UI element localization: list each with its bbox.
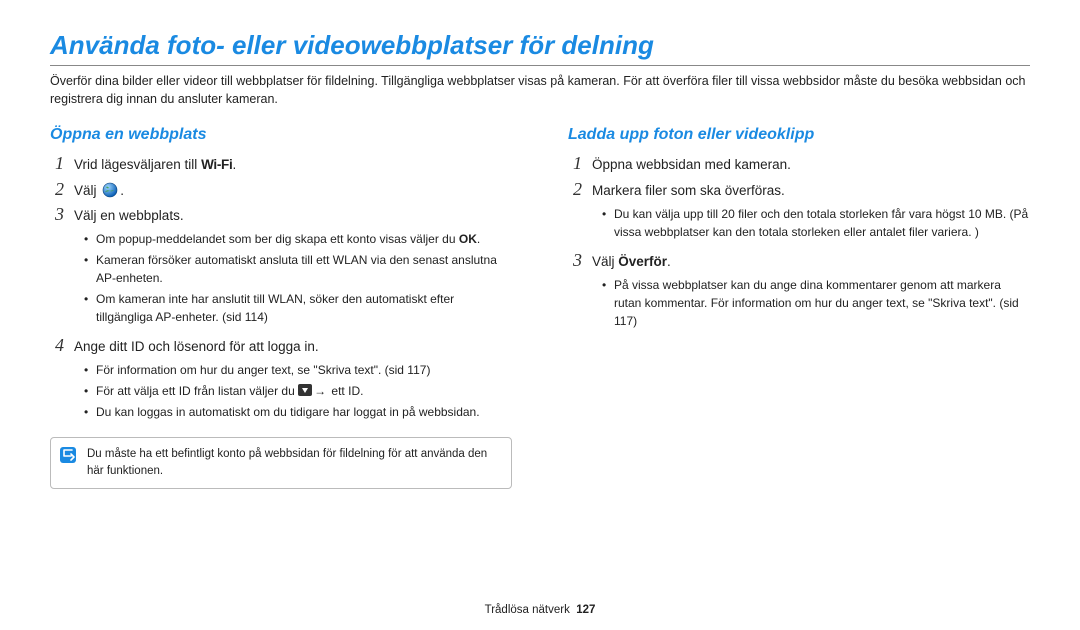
- bullet: Du kan loggas in automatiskt om du tidig…: [84, 403, 512, 421]
- section-title-open-site: Öppna en webbplats: [50, 126, 512, 144]
- bullet-text-pre: För att välja ett ID från listan väljer …: [96, 384, 298, 398]
- bullet: Om kameran inte har anslutit till WLAN, …: [84, 290, 512, 326]
- step-3: 3 Välj Överför.: [568, 251, 1030, 272]
- bullet-text-bold: OK: [459, 232, 477, 246]
- step-text: Vrid lägesväljaren till Wi-Fi.: [74, 155, 512, 175]
- footer-section: Trådlösa nätverk: [485, 604, 570, 616]
- step-3-bold: Överför: [618, 254, 667, 269]
- columns: Öppna en webbplats 1 Vrid lägesväljaren …: [50, 126, 1030, 488]
- step-3-pre: Välj: [592, 254, 618, 269]
- step-text: Välj Överför.: [592, 252, 1030, 272]
- bullet: För att välja ett ID från listan väljer …: [84, 382, 512, 400]
- step-4-bullets: För information om hur du anger text, se…: [84, 361, 512, 421]
- bullet: Om popup-meddelandet som ber dig skapa e…: [84, 230, 512, 248]
- step-number: 1: [50, 154, 64, 172]
- step-number: 3: [50, 205, 64, 223]
- step-1: 1 Öppna webbsidan med kameran.: [568, 154, 1030, 175]
- step-number: 3: [568, 251, 582, 269]
- step-text: Öppna webbsidan med kameran.: [592, 155, 1030, 175]
- intro-paragraph: Överför dina bilder eller videor till we…: [50, 72, 1030, 108]
- bullet: Kameran försöker automatiskt ansluta til…: [84, 251, 512, 287]
- wifi-label: Wi-Fi: [201, 157, 232, 172]
- note-box: Du måste ha ett befintligt konto på webb…: [50, 437, 512, 488]
- page-footer: Trådlösa nätverk 127: [0, 604, 1080, 616]
- step-number: 2: [568, 180, 582, 198]
- bullet: På vissa webbplatser kan du ange dina ko…: [602, 276, 1030, 330]
- step-number: 4: [50, 336, 64, 354]
- section-title-upload: Ladda upp foton eller videoklipp: [568, 126, 1030, 144]
- step-2: 2 Markera filer som ska överföras.: [568, 180, 1030, 201]
- step-number: 1: [568, 154, 582, 172]
- step-text: Välj en webbplats.: [74, 206, 512, 226]
- step-text: Ange ditt ID och lösenord för att logga …: [74, 337, 512, 357]
- step-2-prefix: Välj: [74, 183, 100, 198]
- step-2: 2 Välj: [50, 180, 512, 201]
- step-3: 3 Välj en webbplats.: [50, 205, 512, 226]
- note-text: Du måste ha ett befintligt konto på webb…: [87, 446, 501, 479]
- step-text: Markera filer som ska överföras.: [592, 181, 1030, 201]
- bullet-text-post: .: [477, 232, 480, 246]
- title-divider: [50, 65, 1030, 66]
- bullet: Du kan välja upp till 20 filer och den t…: [602, 205, 1030, 241]
- bullet-text-pre: Om popup-meddelandet som ber dig skapa e…: [96, 232, 459, 246]
- step-text: Välj .: [74, 181, 512, 201]
- step-number: 2: [50, 180, 64, 198]
- step-1-prefix: Vrid lägesväljaren till: [74, 157, 201, 172]
- left-column: Öppna en webbplats 1 Vrid lägesväljaren …: [50, 126, 512, 488]
- step-4: 4 Ange ditt ID och lösenord för att logg…: [50, 336, 512, 357]
- step-3-post: .: [667, 254, 671, 269]
- step-2-bullets: Du kan välja upp till 20 filer och den t…: [602, 205, 1030, 241]
- step-3-bullets: Om popup-meddelandet som ber dig skapa e…: [84, 230, 512, 326]
- arrow-right: →: [314, 382, 326, 400]
- note-icon: [59, 446, 77, 464]
- page: Använda foto- eller videowebbplatser för…: [0, 0, 1080, 630]
- globe-icon: [102, 182, 118, 198]
- step-1: 1 Vrid lägesväljaren till Wi-Fi.: [50, 154, 512, 175]
- page-title: Använda foto- eller videowebbplatser för…: [50, 30, 1030, 61]
- bullet-text-post: ett ID.: [328, 384, 363, 398]
- step-2-suffix: .: [120, 183, 124, 198]
- down-triangle-icon: [298, 383, 312, 395]
- step-3-bullets: På vissa webbplatser kan du ange dina ko…: [602, 276, 1030, 330]
- right-column: Ladda upp foton eller videoklipp 1 Öppna…: [568, 126, 1030, 488]
- step-1-suffix: .: [232, 157, 236, 172]
- bullet: För information om hur du anger text, se…: [84, 361, 512, 379]
- footer-page-number: 127: [576, 604, 595, 616]
